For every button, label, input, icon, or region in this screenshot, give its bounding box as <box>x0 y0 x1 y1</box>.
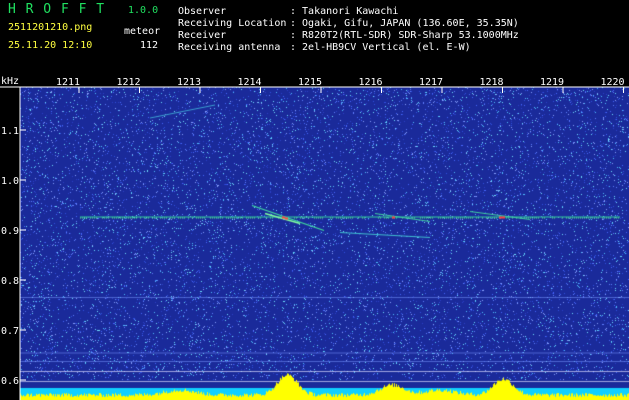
file-name: 2511201210.png <box>8 22 93 33</box>
app-version: 1.0.0 <box>128 5 159 16</box>
waterfall-plot: kHz 1.1 1.0 0.9 0.8 0.7 0.6 1211 1212 1213 1214 121… <box>0 75 629 400</box>
x-tick-label: 1218 <box>480 77 504 88</box>
location-label: Receiving Location <box>178 18 287 29</box>
app-title: H R O F F T <box>8 2 106 17</box>
x-tick-label: 1217 <box>419 77 443 88</box>
y-tick-label: 0.9 <box>1 226 19 237</box>
x-tick-label: 1216 <box>359 77 383 88</box>
location-value: : Ogaki, Gifu, JAPAN (136.60E, 35.35N) <box>290 18 519 29</box>
y-tick-label: 1.1 <box>1 126 19 137</box>
x-tick-label: 1215 <box>298 77 322 88</box>
x-tick-label: 1220 <box>601 77 625 88</box>
header-panel: H R O F F T 1.0.0 2511201210.png 25.11.2… <box>0 0 629 75</box>
plot-axes: kHz 1.1 1.0 0.9 0.8 0.7 0.6 1211 1212 1213 1214 121… <box>0 76 629 400</box>
x-tick-label: 1214 <box>238 77 262 88</box>
y-tick-label: 1.0 <box>1 176 19 187</box>
x-tick-label: 1213 <box>177 77 201 88</box>
y-tick-label: 0.6 <box>1 376 19 387</box>
event-label: meteor <box>124 26 161 37</box>
receiver-value: : R820T2(RTL-SDR) SDR-Sharp 53.1000MHz <box>290 30 519 41</box>
observer-value: : Takanori Kawachi <box>290 6 399 17</box>
y-tick-label: 0.7 <box>1 326 19 337</box>
y-tick-label: 0.8 <box>1 276 19 287</box>
x-tick-label: 1211 <box>56 77 80 88</box>
event-count: 112 <box>140 40 159 51</box>
y-unit-label: kHz <box>1 76 19 87</box>
observer-label: Observer <box>178 6 227 17</box>
antenna-value: : 2el-HB9CV Vertical (el. E-W) <box>290 42 471 53</box>
antenna-label: Receiving antenna <box>178 42 281 53</box>
date-time: 25.11.20 12:10 <box>8 40 93 51</box>
receiver-label: Receiver <box>178 30 227 41</box>
x-tick-label: 1219 <box>540 77 564 88</box>
x-tick-label: 1212 <box>117 77 141 88</box>
